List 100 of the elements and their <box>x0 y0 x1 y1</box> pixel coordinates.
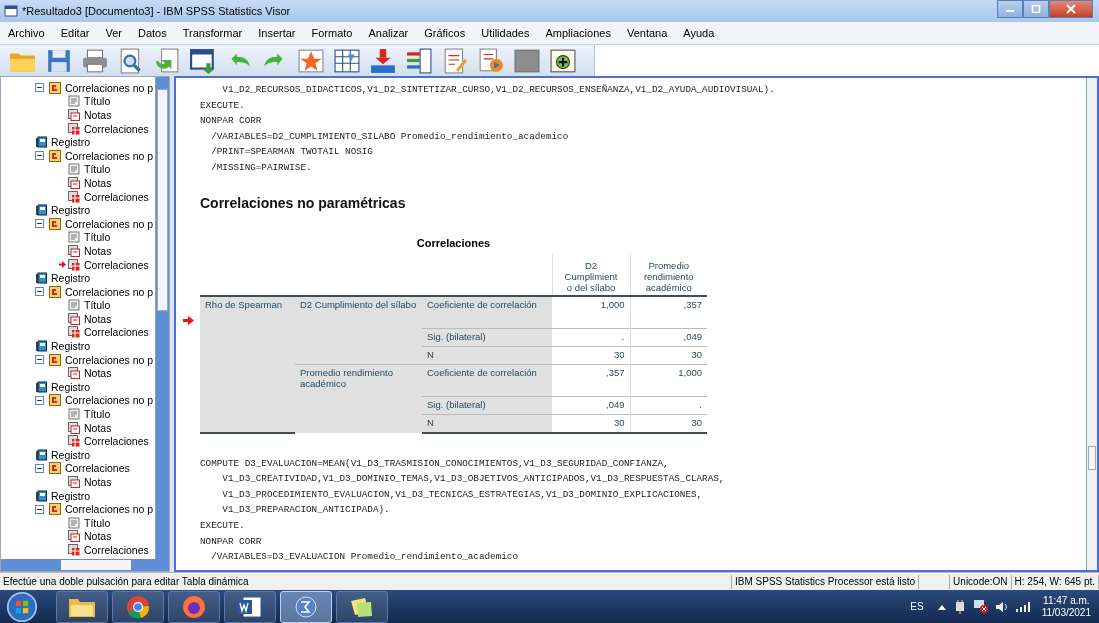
outline-item[interactable]: Correlaciones <box>84 122 149 135</box>
collapse-icon[interactable] <box>35 219 44 229</box>
menu-item[interactable]: Archivo <box>0 27 53 39</box>
taskbar-button[interactable] <box>224 590 276 623</box>
title-page-icon <box>68 299 80 312</box>
menu-item[interactable]: Transformar <box>174 27 251 39</box>
output-section-icon <box>49 217 61 230</box>
outline-item[interactable]: Correlaciones no p <box>65 81 154 94</box>
table-arrow-icon[interactable] <box>332 47 362 74</box>
log-book-icon <box>35 380 47 393</box>
start-button[interactable] <box>4 590 40 623</box>
syntax-line: /VARIABLES=D2_CUMPLIMIENTO_SILABO Promedio_rendimiento_academico <box>210 129 570 144</box>
table-cell: . <box>552 328 630 347</box>
collapse-icon[interactable] <box>35 395 44 405</box>
menu-item[interactable]: Analizar <box>360 27 417 39</box>
outline-item[interactable]: Título <box>84 516 111 529</box>
syntax-line: /PRINT=SPEARMAN TWOTAIL NOSIG <box>210 145 374 160</box>
taskbar-button[interactable] <box>56 590 108 623</box>
maximize-button[interactable] <box>1023 0 1049 18</box>
collapse-icon[interactable] <box>35 355 44 365</box>
notes-page-icon <box>68 109 80 121</box>
syntax-line: /VARIABLES=D3_EVALUACION Promedio_rendimiento_academico <box>210 550 519 565</box>
outline-item[interactable]: Registro <box>51 136 91 149</box>
outline-item[interactable]: Registro <box>51 340 91 353</box>
outline-item[interactable]: Correlaciones no p <box>65 503 154 516</box>
outline-item[interactable]: Correlaciones <box>84 326 149 339</box>
menu-item[interactable]: Gráficos <box>416 27 474 39</box>
collapse-icon[interactable] <box>35 463 44 473</box>
plus-icon[interactable] <box>548 47 578 74</box>
outline-item[interactable]: Correlaciones <box>84 435 149 448</box>
menu-item[interactable]: Ver <box>97 27 130 39</box>
network-error-icon[interactable] <box>973 600 988 613</box>
collapse-icon[interactable] <box>35 287 44 297</box>
close-button[interactable] <box>1049 0 1093 18</box>
outline-item[interactable]: Título <box>84 408 111 421</box>
outline-item[interactable]: Notas <box>84 312 112 325</box>
outline-item[interactable]: Correlaciones <box>84 258 149 271</box>
colored-bars-table-icon[interactable] <box>404 47 434 74</box>
outline-item[interactable]: Correlaciones <box>84 190 149 203</box>
printer-icon[interactable] <box>80 47 110 74</box>
menu-item[interactable]: Datos <box>129 27 175 39</box>
outline-item[interactable]: Correlaciones no p <box>65 285 154 298</box>
collapse-icon[interactable] <box>35 504 44 514</box>
outline-item[interactable]: Correlaciones <box>65 462 130 475</box>
outline-item[interactable]: Notas <box>84 530 112 543</box>
outline-item[interactable]: Notas <box>84 244 112 257</box>
speaker-icon[interactable] <box>995 600 1008 613</box>
outline-item[interactable]: Título <box>84 231 111 244</box>
outline-item[interactable]: Registro <box>51 380 91 393</box>
table-page-icon <box>68 326 80 339</box>
scrollbar[interactable] <box>1 559 169 571</box>
outline-item[interactable]: Notas <box>84 109 112 121</box>
menu-item[interactable]: Formato <box>303 27 361 39</box>
outline-item[interactable]: Notas <box>84 367 112 380</box>
language-indicator[interactable]: ES <box>910 601 924 612</box>
menu-item[interactable]: Ventana <box>618 27 676 39</box>
outline-item[interactable]: Registro <box>51 204 91 217</box>
outline-item[interactable]: Correlaciones <box>84 544 149 556</box>
outline-item[interactable]: Correlaciones no p <box>65 353 154 366</box>
plug-icon[interactable] <box>953 599 966 614</box>
syntax-line: V1_D3_PREPARACION_ANTICIPADA). <box>221 503 391 518</box>
output-section-icon <box>49 149 61 162</box>
taskbar-button[interactable] <box>112 590 164 623</box>
taskbar-button[interactable] <box>336 590 388 623</box>
row-header: Coeficiente de correlación <box>422 295 552 329</box>
scrollbar[interactable] <box>1086 78 1097 570</box>
outline-item[interactable]: Título <box>84 299 111 312</box>
table-cell: 1,000 <box>630 364 707 397</box>
menu-item[interactable]: Editar <box>52 27 98 39</box>
caret-icon[interactable] <box>937 603 946 610</box>
signal-icon[interactable] <box>1015 601 1030 612</box>
outline-item[interactable]: Título <box>84 163 111 176</box>
clock[interactable]: 11:47 a.m. 11/03/2021 <box>1041 594 1091 619</box>
outline-item[interactable]: Correlaciones no p <box>65 394 154 407</box>
outline-item[interactable]: Título <box>84 95 111 108</box>
outline-item[interactable]: Registro <box>51 489 91 502</box>
down-arrow-table-icon[interactable] <box>368 47 398 74</box>
outline-item[interactable]: Registro <box>51 448 91 461</box>
syntax-line: EXECUTE. <box>200 98 246 113</box>
outline-item[interactable]: Notas <box>84 421 112 434</box>
collapse-icon[interactable] <box>35 83 44 93</box>
notes-page-icon <box>68 244 80 257</box>
outline-item[interactable]: Notas <box>84 476 112 488</box>
outline-item[interactable]: Registro <box>51 272 91 285</box>
syntax-line: NONPAR CORR <box>200 114 263 129</box>
menu-item[interactable]: Utilidades <box>473 27 538 39</box>
menu-item[interactable]: Ampliaciones <box>537 27 619 39</box>
minimize-button[interactable] <box>997 0 1023 18</box>
outline-item[interactable]: Correlaciones no p <box>65 217 154 230</box>
collapse-icon[interactable] <box>35 151 44 161</box>
star-table-icon[interactable] <box>296 47 326 74</box>
notes-page-icon <box>68 530 80 543</box>
menu-item[interactable]: Ayuda <box>675 27 723 39</box>
menu-item[interactable]: Insertar <box>250 27 304 39</box>
notes-page-icon <box>68 421 80 434</box>
table-page-icon <box>68 544 80 556</box>
table-cell: ,357 <box>630 295 707 329</box>
scrollbar[interactable] <box>155 77 169 559</box>
outline-item[interactable]: Notas <box>84 176 112 189</box>
outline-item[interactable]: Correlaciones no p <box>65 149 154 162</box>
